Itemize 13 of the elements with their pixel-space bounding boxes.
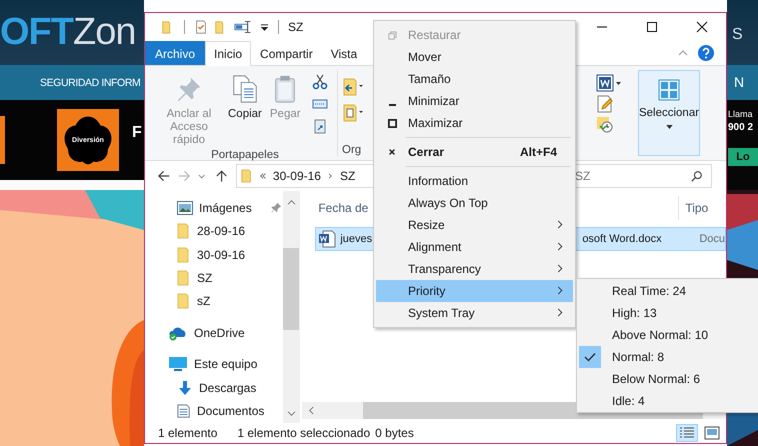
file-type: osoft Word.docx [582, 233, 663, 245]
file-name: jueves [340, 233, 374, 245]
banner-heading: F [132, 124, 142, 142]
group-label: Org [342, 144, 362, 158]
window-title: SZ [288, 20, 304, 34]
ad-phone: 900 2 [728, 122, 754, 133]
status-text: 1 elemento [158, 426, 218, 440]
status-text: 0 bytes [375, 426, 414, 440]
ad-text: Llama [728, 109, 753, 119]
group-label: Portapapeles [210, 149, 280, 163]
header-text: S [732, 26, 743, 44]
status-text: 1 elemento seleccionado [237, 426, 370, 440]
file-kind: Docu [699, 233, 725, 245]
